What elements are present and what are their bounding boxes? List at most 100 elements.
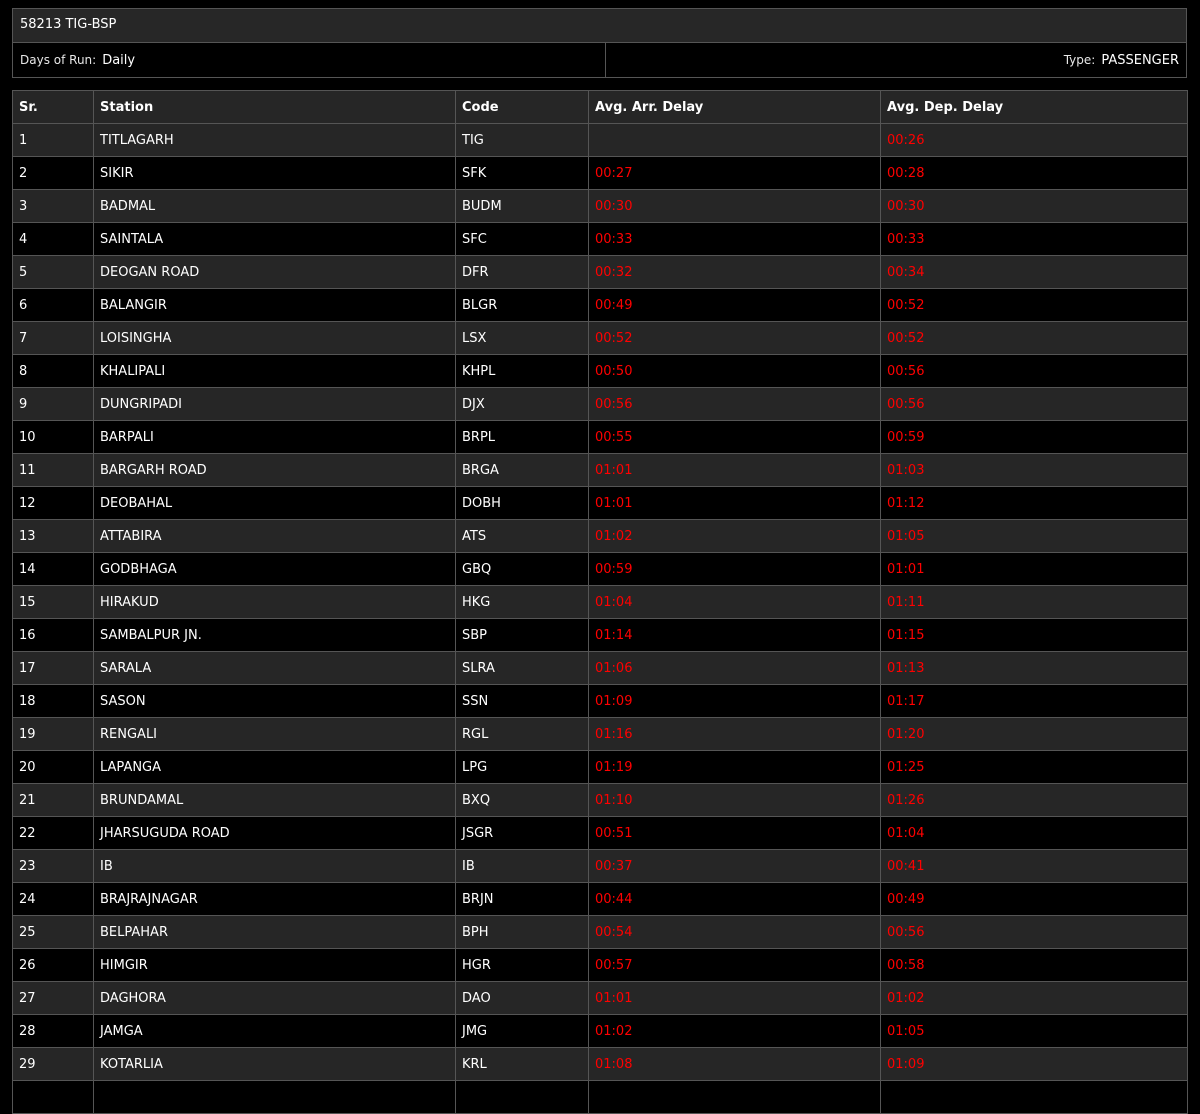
table-row: 4 SAINTALA SFC 00:33 00:33 bbox=[12, 222, 1188, 256]
table-row: 23 IB IB 00:37 00:41 bbox=[12, 849, 1188, 883]
cell-arr-delay: 01:06 bbox=[588, 651, 881, 685]
cell-code: LPG bbox=[455, 750, 589, 784]
table-body: 1 TITLAGARH TIG 00:26 2 SIKIR SFK 00:27 00:28 3 BA… bbox=[12, 123, 1188, 1114]
cell-arr-delay: 00:27 bbox=[588, 156, 881, 190]
cell-arr-delay: 00:59 bbox=[588, 552, 881, 586]
train-info-box: 58213 TIG-BSP Days of Run: Daily Type: P… bbox=[12, 8, 1187, 78]
table-header-row: Sr. Station Code Avg. Arr. Delay Avg. De… bbox=[12, 90, 1188, 124]
cell-code: JMG bbox=[455, 1014, 589, 1048]
cell-station: JHARSUGUDA ROAD bbox=[93, 816, 456, 850]
cell-dep-delay: 00:56 bbox=[880, 915, 1188, 949]
table-row: 1 TITLAGARH TIG 00:26 bbox=[12, 123, 1188, 157]
cell-station: KOTARLIA bbox=[93, 1047, 456, 1081]
cell-arr-delay: 00:56 bbox=[588, 387, 881, 421]
train-title: 58213 TIG-BSP bbox=[13, 9, 1186, 43]
column-header-arr-delay: Avg. Arr. Delay bbox=[588, 90, 881, 124]
cell-code: BRGA bbox=[455, 453, 589, 487]
table-row: 27 DAGHORA DAO 01:01 01:02 bbox=[12, 981, 1188, 1015]
cell-dep-delay: 00:52 bbox=[880, 321, 1188, 355]
table-row: 21 BRUNDAMAL BXQ 01:10 01:26 bbox=[12, 783, 1188, 817]
table-row: 25 BELPAHAR BPH 00:54 00:56 bbox=[12, 915, 1188, 949]
cell-code: ATS bbox=[455, 519, 589, 553]
cell-dep-delay: 01:05 bbox=[880, 1014, 1188, 1048]
cell-code: SFK bbox=[455, 156, 589, 190]
cell-dep-delay: 00:26 bbox=[880, 123, 1188, 157]
column-header-station: Station bbox=[93, 90, 456, 124]
cell-dep-delay: 00:56 bbox=[880, 354, 1188, 388]
cell-station: BARPALI bbox=[93, 420, 456, 454]
table-row: 15 HIRAKUD HKG 01:04 01:11 bbox=[12, 585, 1188, 619]
cell-sr: 13 bbox=[12, 519, 94, 553]
cell-sr: 11 bbox=[12, 453, 94, 487]
cell-station: TITLAGARH bbox=[93, 123, 456, 157]
cell-station: DEOBAHAL bbox=[93, 486, 456, 520]
cell-sr: 18 bbox=[12, 684, 94, 718]
table-row: 16 SAMBALPUR JN. SBP 01:14 01:15 bbox=[12, 618, 1188, 652]
cell-sr: 16 bbox=[12, 618, 94, 652]
cell-sr: 19 bbox=[12, 717, 94, 751]
table-row: 2 SIKIR SFK 00:27 00:28 bbox=[12, 156, 1188, 190]
table-row: 20 LAPANGA LPG 01:19 01:25 bbox=[12, 750, 1188, 784]
cell-station: BRAJRAJNAGAR bbox=[93, 882, 456, 916]
cell-sr: 26 bbox=[12, 948, 94, 982]
table-row: 14 GODBHAGA GBQ 00:59 01:01 bbox=[12, 552, 1188, 586]
cell-code: KRL bbox=[455, 1047, 589, 1081]
cell-arr-delay: 00:51 bbox=[588, 816, 881, 850]
cell-sr: 20 bbox=[12, 750, 94, 784]
cell-arr-delay: 01:14 bbox=[588, 618, 881, 652]
cell-station: DUNGRIPADI bbox=[93, 387, 456, 421]
cell-arr-delay: 01:02 bbox=[588, 1014, 881, 1048]
cell-code: BLGR bbox=[455, 288, 589, 322]
cell-arr-delay: 00:57 bbox=[588, 948, 881, 982]
cell-dep-delay: 01:03 bbox=[880, 453, 1188, 487]
cell-dep-delay bbox=[880, 1080, 1188, 1114]
cell-code: DAO bbox=[455, 981, 589, 1015]
cell-arr-delay: 00:37 bbox=[588, 849, 881, 883]
cell-station: DEOGAN ROAD bbox=[93, 255, 456, 289]
cell-code: BXQ bbox=[455, 783, 589, 817]
days-of-run-cell: Days of Run: Daily bbox=[13, 43, 606, 77]
cell-sr: 27 bbox=[12, 981, 94, 1015]
cell-station: SIKIR bbox=[93, 156, 456, 190]
days-of-run-label: Days of Run: bbox=[20, 53, 97, 67]
cell-arr-delay: 01:10 bbox=[588, 783, 881, 817]
cell-sr: 10 bbox=[12, 420, 94, 454]
cell-dep-delay: 01:17 bbox=[880, 684, 1188, 718]
table-row: 9 DUNGRIPADI DJX 00:56 00:56 bbox=[12, 387, 1188, 421]
train-info-panel: 58213 TIG-BSP Days of Run: Daily Type: P… bbox=[12, 8, 1187, 78]
cell-arr-delay: 00:55 bbox=[588, 420, 881, 454]
cell-sr: 17 bbox=[12, 651, 94, 685]
cell-dep-delay: 00:30 bbox=[880, 189, 1188, 223]
table-row: 22 JHARSUGUDA ROAD JSGR 00:51 01:04 bbox=[12, 816, 1188, 850]
cell-arr-delay: 00:50 bbox=[588, 354, 881, 388]
cell-code: SFC bbox=[455, 222, 589, 256]
cell-station: BALANGIR bbox=[93, 288, 456, 322]
cell-station: DAGHORA bbox=[93, 981, 456, 1015]
cell-sr: 25 bbox=[12, 915, 94, 949]
cell-arr-delay: 01:08 bbox=[588, 1047, 881, 1081]
cell-code: SSN bbox=[455, 684, 589, 718]
train-type-label: Type: bbox=[1063, 53, 1096, 67]
cell-dep-delay: 01:12 bbox=[880, 486, 1188, 520]
cell-dep-delay: 01:26 bbox=[880, 783, 1188, 817]
cell-station: HIRAKUD bbox=[93, 585, 456, 619]
cell-code: TIG bbox=[455, 123, 589, 157]
cell-dep-delay: 01:25 bbox=[880, 750, 1188, 784]
cell-dep-delay: 00:33 bbox=[880, 222, 1188, 256]
cell-dep-delay: 01:11 bbox=[880, 585, 1188, 619]
cell-dep-delay: 01:04 bbox=[880, 816, 1188, 850]
cell-sr: 8 bbox=[12, 354, 94, 388]
table-row: 18 SASON SSN 01:09 01:17 bbox=[12, 684, 1188, 718]
cell-sr: 29 bbox=[12, 1047, 94, 1081]
cell-code: IB bbox=[455, 849, 589, 883]
cell-arr-delay: 00:32 bbox=[588, 255, 881, 289]
cell-code: BPH bbox=[455, 915, 589, 949]
cell-station: BRUNDAMAL bbox=[93, 783, 456, 817]
cell-dep-delay: 00:28 bbox=[880, 156, 1188, 190]
cell-code: BUDM bbox=[455, 189, 589, 223]
table-row: 28 JAMGA JMG 01:02 01:05 bbox=[12, 1014, 1188, 1048]
train-type-value: PASSENGER bbox=[1101, 52, 1179, 68]
cell-sr: 22 bbox=[12, 816, 94, 850]
cell-sr: 5 bbox=[12, 255, 94, 289]
cell-station: SAINTALA bbox=[93, 222, 456, 256]
